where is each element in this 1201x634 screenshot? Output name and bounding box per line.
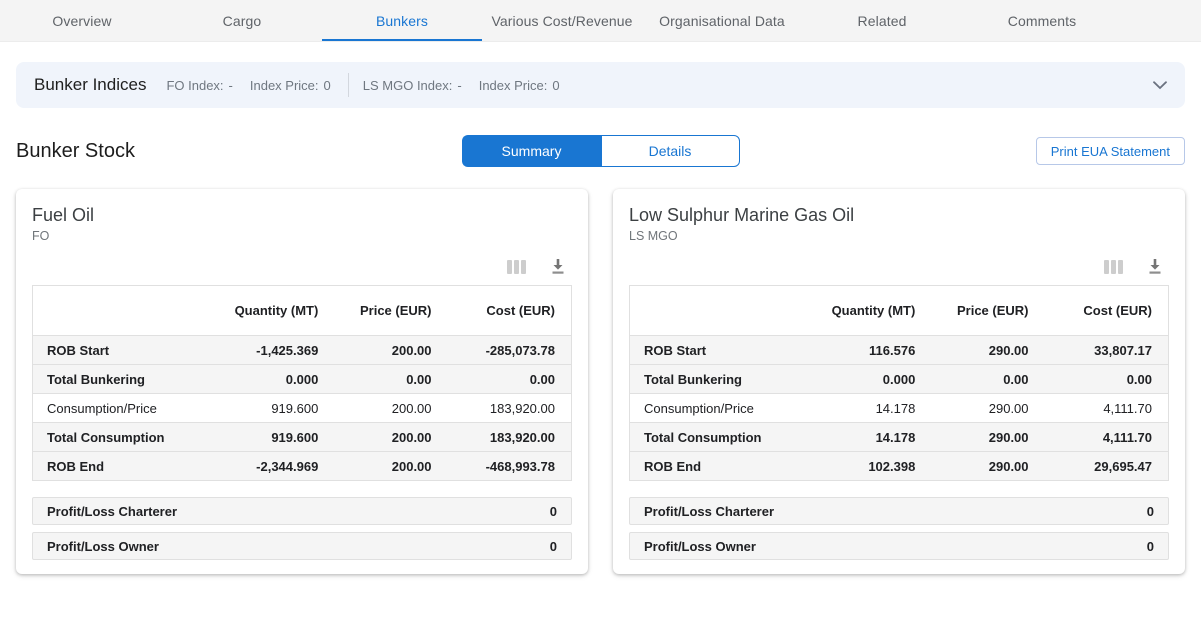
table-row: Consumption/Price 14.178 290.00 4,111.70 [630, 394, 1169, 423]
column-header: Cost (EUR) [448, 286, 572, 336]
tab-related[interactable]: Related [802, 0, 962, 41]
tab-bunkers[interactable]: Bunkers [322, 0, 482, 41]
profit-loss-charterer: Profit/Loss Charterer 0 [32, 497, 572, 525]
tab-overview[interactable]: Overview [2, 0, 162, 41]
ls-mgo-index: LS MGO Index:- [363, 78, 462, 93]
card-subtitle: LS MGO [629, 229, 1169, 243]
table-row: Consumption/Price 919.600 200.00 183,920… [33, 394, 572, 423]
profit-loss-owner: Profit/Loss Owner 0 [32, 532, 572, 560]
fo-index-price: Index Price:0 [250, 78, 331, 93]
tab-various-cost-revenue[interactable]: Various Cost/Revenue [482, 0, 642, 41]
card-title: Low Sulphur Marine Gas Oil [629, 205, 1169, 226]
chevron-down-icon[interactable] [1153, 81, 1167, 90]
bunker-indices-title: Bunker Indices [34, 75, 146, 95]
table-row: Total Bunkering 0.000 0.00 0.00 [33, 365, 572, 394]
bunker-stock-table: Quantity (MT) Price (EUR) Cost (EUR) ROB… [32, 285, 572, 481]
table-toolbar [32, 258, 566, 275]
view-toggle: Summary Details [462, 135, 740, 167]
bunker-stock-table: Quantity (MT) Price (EUR) Cost (EUR) ROB… [629, 285, 1169, 481]
download-icon[interactable] [550, 258, 566, 275]
tab-organisational-data[interactable]: Organisational Data [642, 0, 802, 41]
tab-comments[interactable]: Comments [962, 0, 1122, 41]
fuel-oil-card: Fuel Oil FO Quantity (MT) Price (EUR) [16, 189, 588, 574]
bunker-cards: Fuel Oil FO Quantity (MT) Price (EUR) [16, 189, 1185, 574]
table-row: ROB Start 116.576 290.00 33,807.17 [630, 336, 1169, 365]
profit-loss-charterer: Profit/Loss Charterer 0 [629, 497, 1169, 525]
table-row: Total Consumption 14.178 290.00 4,111.70 [630, 423, 1169, 452]
table-toolbar [629, 258, 1163, 275]
card-subtitle: FO [32, 229, 572, 243]
table-row: Total Bunkering 0.000 0.00 0.00 [630, 365, 1169, 394]
download-icon[interactable] [1147, 258, 1163, 275]
bunker-stock-header: Bunker Stock Summary Details Print EUA S… [16, 135, 1185, 167]
column-header: Quantity (MT) [807, 286, 931, 336]
page-title: Bunker Stock [16, 140, 135, 163]
table-row: ROB Start -1,425.369 200.00 -285,073.78 [33, 336, 572, 365]
indices-divider [348, 73, 349, 97]
print-eua-statement-button[interactable]: Print EUA Statement [1036, 137, 1185, 165]
card-title: Fuel Oil [32, 205, 572, 226]
column-header: Price (EUR) [334, 286, 447, 336]
table-row: Total Consumption 919.600 200.00 183,920… [33, 423, 572, 452]
table-row: ROB End -2,344.969 200.00 -468,993.78 [33, 452, 572, 481]
columns-icon[interactable] [507, 260, 526, 274]
ls-mgo-index-price: Index Price:0 [479, 78, 560, 93]
column-header: Cost (EUR) [1045, 286, 1169, 336]
column-header: Price (EUR) [931, 286, 1044, 336]
tab-cargo[interactable]: Cargo [162, 0, 322, 41]
details-toggle-button[interactable]: Details [601, 135, 740, 167]
columns-icon[interactable] [1104, 260, 1123, 274]
fo-index: FO Index:- [166, 78, 232, 93]
top-tab-bar: Overview Cargo Bunkers Various Cost/Reve… [0, 0, 1201, 42]
summary-toggle-button[interactable]: Summary [462, 135, 601, 167]
table-header-row: Quantity (MT) Price (EUR) Cost (EUR) [33, 286, 572, 336]
table-row: ROB End 102.398 290.00 29,695.47 [630, 452, 1169, 481]
bunker-indices-panel: Bunker Indices FO Index:- Index Price:0 … [16, 62, 1185, 108]
ls-mgo-card: Low Sulphur Marine Gas Oil LS MGO Quanti… [613, 189, 1185, 574]
column-header: Quantity (MT) [210, 286, 334, 336]
table-header-row: Quantity (MT) Price (EUR) Cost (EUR) [630, 286, 1169, 336]
profit-loss-owner: Profit/Loss Owner 0 [629, 532, 1169, 560]
